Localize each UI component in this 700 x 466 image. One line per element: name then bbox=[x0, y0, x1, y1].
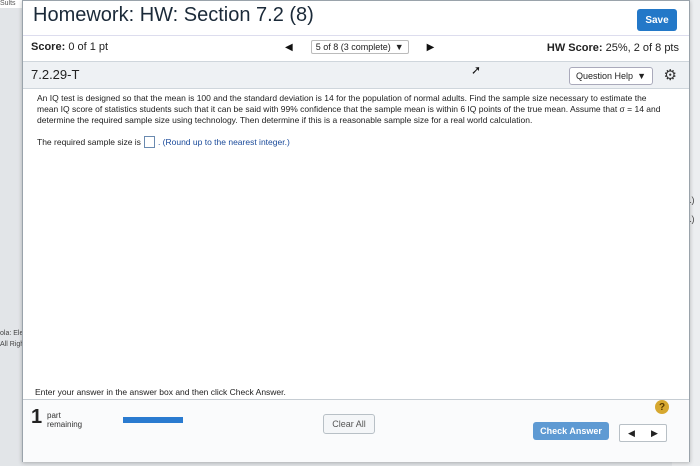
part-pager: ◀ ▶ bbox=[619, 424, 667, 442]
check-answer-button[interactable]: Check Answer bbox=[533, 422, 609, 440]
question-help-button[interactable]: Question Help ▼ bbox=[569, 67, 653, 85]
footer-bar: ? 1 part remaining Clear All Check Answe… bbox=[23, 399, 689, 462]
score: Score: 0 of 1 pt bbox=[31, 41, 108, 53]
answer-input[interactable] bbox=[143, 136, 155, 148]
parts-label-part: part bbox=[47, 411, 61, 420]
homework-window: Homework: HW: Section 7.2 (8) Save Score… bbox=[22, 0, 690, 462]
question-selector-label: 5 of 8 (3 complete) bbox=[315, 42, 391, 52]
answer-prefix: The required sample size is bbox=[37, 137, 141, 147]
mouse-cursor-icon: ➚ bbox=[471, 63, 482, 77]
progress-fill bbox=[123, 417, 183, 423]
help-icon[interactable]: ? bbox=[655, 400, 669, 414]
question-help-label: Question Help bbox=[576, 71, 634, 81]
progress-bar bbox=[123, 417, 183, 423]
previous-part-icon[interactable]: ◀ bbox=[628, 428, 635, 439]
background-note-2: All Righ bbox=[0, 341, 25, 348]
footer-message: Enter your answer in the answer box and … bbox=[35, 387, 286, 397]
next-question-icon[interactable]: ▶ bbox=[427, 42, 435, 53]
parts-label-remaining: remaining bbox=[47, 420, 83, 429]
hw-score: HW Score: 25%, 2 of 8 pts bbox=[547, 42, 679, 54]
previous-question-icon[interactable]: ◀ bbox=[285, 42, 293, 53]
answer-instruction: . (Round up to the nearest integer.) bbox=[157, 137, 290, 147]
gear-icon[interactable]: ⚙ bbox=[664, 66, 677, 84]
page-title: Homework: HW: Section 7.2 (8) bbox=[33, 4, 314, 26]
chevron-down-icon: ▼ bbox=[394, 42, 404, 52]
save-button[interactable]: Save bbox=[637, 9, 677, 31]
question-selector[interactable]: 5 of 8 (3 complete) ▼ bbox=[310, 40, 409, 54]
question-bar: 7.2.29-T Question Help ▼ ⚙ bbox=[23, 61, 689, 89]
score-bar: Score: 0 of 1 pt ◀ 5 of 8 (3 complete) ▼… bbox=[23, 35, 689, 62]
chevron-down-icon: ▼ bbox=[637, 71, 646, 81]
score-label: Score: bbox=[31, 41, 66, 53]
score-value: 0 of 1 pt bbox=[68, 41, 109, 53]
question-text: An IQ test is designed so that the mean … bbox=[37, 93, 661, 125]
question-id: 7.2.29-T bbox=[31, 67, 80, 82]
answer-line: The required sample size is . (Round up … bbox=[37, 136, 290, 148]
question-navigator: ◀ 5 of 8 (3 complete) ▼ ▶ bbox=[285, 40, 434, 54]
hw-score-value: 25%, 2 of 8 pts bbox=[605, 42, 679, 54]
clear-all-button[interactable]: Clear All bbox=[323, 414, 375, 434]
parts-count: 1 bbox=[31, 406, 43, 428]
hw-score-label: HW Score: bbox=[546, 42, 603, 54]
next-part-icon[interactable]: ▶ bbox=[651, 428, 658, 439]
parts-label: part remaining bbox=[47, 411, 82, 429]
